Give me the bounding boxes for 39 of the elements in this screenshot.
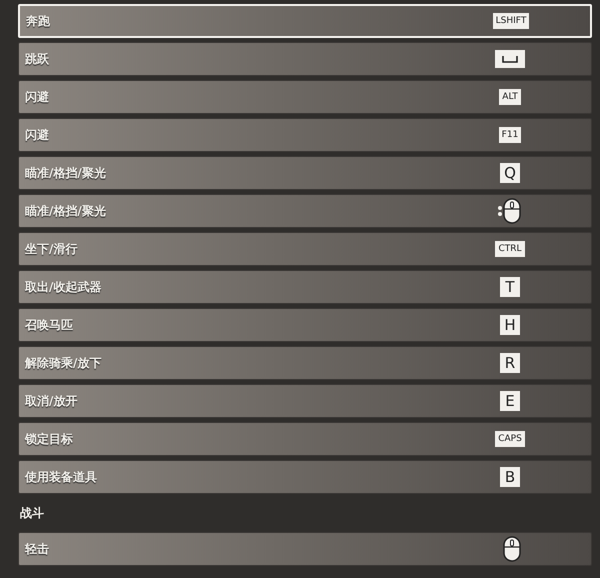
keybinding-row[interactable]: 使用装备道具 B (18, 460, 592, 494)
spacebar-key-icon (495, 50, 525, 68)
key-cap: LSHIFT (492, 13, 530, 29)
keybinding-row[interactable]: 取出/收起武器 T (18, 270, 592, 304)
key-cap: B (500, 467, 520, 487)
keybinding-row[interactable]: 奔跑 LSHIFT (18, 4, 592, 38)
action-label: 闪避 (24, 126, 50, 144)
keybinding-row[interactable]: 锁定目标 CAPS (18, 422, 592, 456)
action-label: 使用装备道具 (24, 468, 98, 486)
keybinding-row[interactable]: 解除骑乘/放下 R (18, 346, 592, 380)
keybinding-row[interactable]: 闪避 F11 (18, 118, 592, 152)
key-cap: Q (500, 163, 520, 183)
keybinding-row[interactable]: 取消/放开 E (18, 384, 592, 418)
keybinding-row[interactable]: 闪避 ALT (18, 80, 592, 114)
mouse-icon (497, 197, 523, 225)
action-label: 取消/放开 (24, 392, 78, 410)
action-label: 奔跑 (25, 12, 51, 30)
action-label: 瞄准/格挡/聚光 (24, 164, 107, 182)
action-label: 闪避 (24, 88, 50, 106)
keybinding-row[interactable]: 坐下/滑行 CTRL (18, 232, 592, 266)
key-cap: E (500, 391, 520, 411)
key-cap: F11 (498, 127, 522, 143)
keybinding-row[interactable]: 召唤马匹 H (18, 308, 592, 342)
key-cap: CAPS (495, 431, 525, 447)
action-label: 坐下/滑行 (24, 240, 78, 258)
key-cap: R (500, 353, 520, 373)
keybinding-row[interactable]: 瞄准/格挡/聚光 Q (18, 156, 592, 190)
action-label: 轻击 (24, 540, 50, 558)
key-cap: H (500, 315, 520, 335)
action-label: 取出/收起武器 (24, 278, 102, 296)
key-cap: ALT (499, 89, 521, 105)
action-label: 锁定目标 (24, 430, 74, 448)
action-label: 召唤马匹 (24, 316, 74, 334)
section-header: 战斗 (19, 504, 45, 522)
action-label: 解除骑乘/放下 (24, 354, 102, 372)
key-cap: T (500, 277, 520, 297)
action-label: 跳跃 (24, 50, 50, 68)
key-cap: CTRL (495, 241, 525, 257)
action-label: 瞄准/格挡/聚光 (24, 202, 107, 220)
